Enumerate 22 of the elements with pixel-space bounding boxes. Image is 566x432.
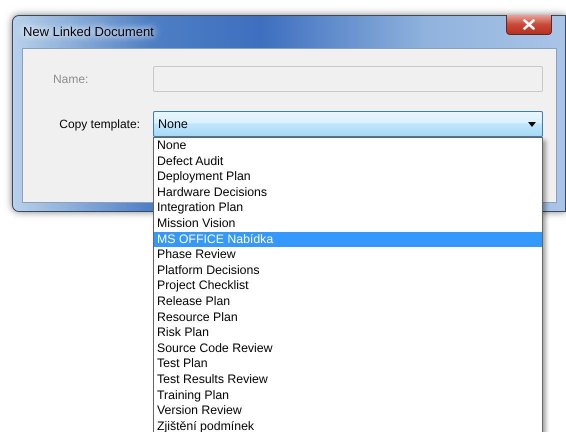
dropdown-option[interactable]: Mission Vision [154, 216, 542, 232]
template-dropdown[interactable]: None [153, 111, 543, 137]
field-label: Name: [52, 71, 90, 88]
dropdown-option[interactable]: Phase Review [154, 247, 542, 263]
dropdown-option[interactable]: Test Plan [154, 356, 542, 372]
dropdown-option[interactable]: Platform Decisions [154, 262, 542, 278]
dropdown-option[interactable]: Risk Plan [154, 325, 542, 341]
dropdown-option[interactable]: Deployment Plan [154, 169, 542, 185]
dropdown-option[interactable]: Resource Plan [154, 310, 542, 326]
dropdown-option[interactable]: Source Code Review [154, 340, 542, 356]
dropdown-option[interactable]: Training Plan [154, 388, 542, 404]
dropdown-option[interactable]: Version Review [154, 403, 542, 419]
window-title: New Linked Document [22, 23, 154, 42]
dropdown-option[interactable]: Release Plan [154, 294, 542, 310]
dropdown-option[interactable]: Test Results Review [154, 372, 542, 388]
dropdown-option[interactable]: Zjištění podmínek [154, 418, 542, 432]
field-label: Copy template: [58, 116, 141, 133]
dropdown-option[interactable]: Defect Audit [154, 154, 542, 170]
dropdown-option[interactable]: None [154, 138, 542, 154]
dropdown-option[interactable]: Hardware Decisions [154, 184, 542, 200]
dropdown-option[interactable]: Project Checklist [154, 278, 542, 294]
dropdown-option[interactable]: Integration Plan [154, 200, 542, 216]
